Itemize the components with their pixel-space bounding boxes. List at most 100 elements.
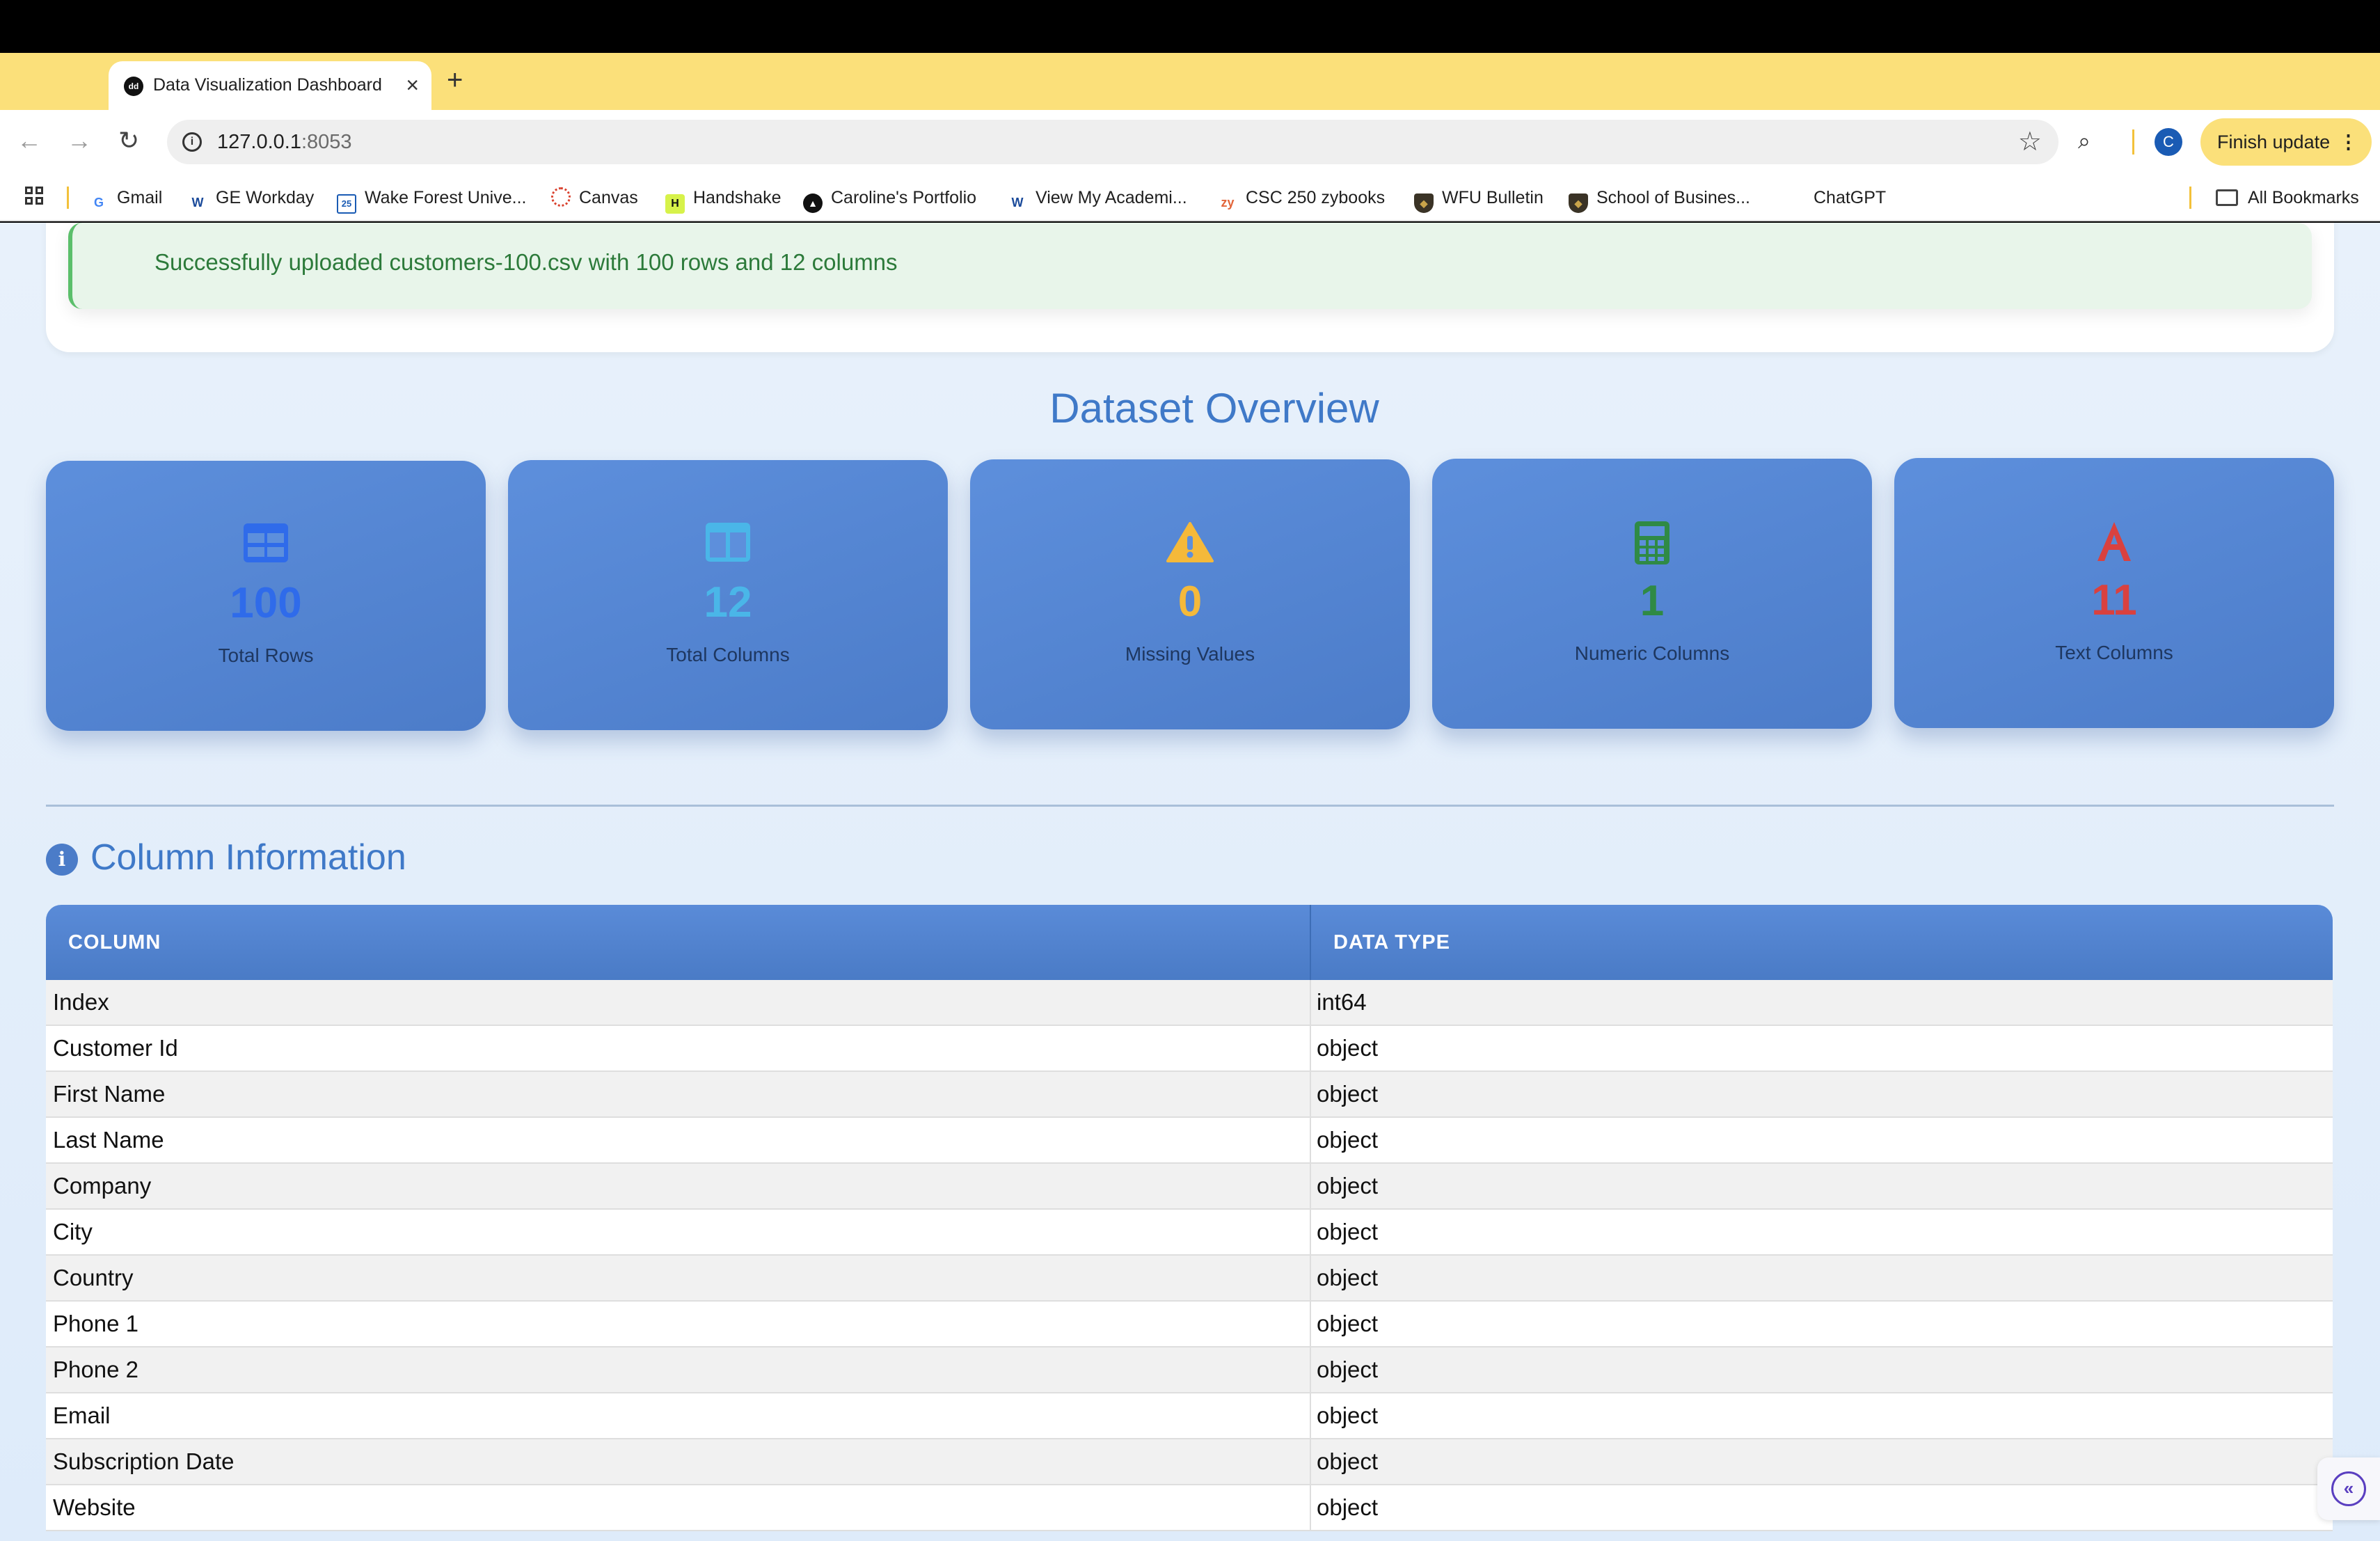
table-body: Index int64 Customer Id object First Name o… [46, 980, 2333, 1531]
cell-data-type: object [1317, 1081, 1379, 1107]
bookmark-view-my-academics[interactable]: W View My Academi... [1008, 187, 1187, 210]
stat-label: Text Columns [2055, 642, 2173, 663]
font-icon [1894, 521, 2334, 564]
cell-data-type: int64 [1317, 989, 1367, 1015]
stat-value: 11 [2091, 576, 2137, 624]
stat-value: 12 [704, 578, 752, 626]
table-row: Customer Id object [46, 1026, 2333, 1072]
bookmark-ge-workday[interactable]: W GE Workday [188, 187, 315, 210]
column-info-table: COLUMN DATA TYPE Index int64 Customer Id o… [46, 905, 2333, 1531]
bookmark-wake-forest[interactable]: 25 Wake Forest Unive... [337, 187, 526, 214]
more-menu-icon[interactable]: ⋮ [2339, 118, 2358, 166]
column-header-data-type[interactable]: DATA TYPE [1311, 905, 2333, 980]
section-divider [46, 805, 2334, 807]
bookmark-caroline-portfolio[interactable]: ▲ Caroline's Portfolio [803, 187, 977, 213]
cell-column-name: Website [46, 1485, 1311, 1530]
bookmark-canvas[interactable]: Canvas [551, 187, 638, 209]
tab-active[interactable]: dd Data Visualization Dashboard × [109, 61, 431, 110]
cell-column-name: Customer Id [46, 1026, 1311, 1070]
bookmark-label: WFU Bulletin [1442, 188, 1544, 207]
search-tabs-icon[interactable]: ⌕ [2078, 125, 2091, 156]
table-row: Index int64 [46, 980, 2333, 1026]
all-bookmarks-button[interactable]: All Bookmarks [2216, 187, 2359, 209]
cell-column-name: Index [46, 980, 1311, 1025]
cell-column-name: Last Name [46, 1118, 1311, 1162]
info-icon: i [46, 844, 78, 876]
bookmark-label: Gmail [117, 188, 163, 207]
workday-icon: W [1011, 196, 1024, 210]
stat-card-total-rows: 100 Total Rows [46, 461, 486, 731]
all-bookmarks-label: All Bookmarks [2248, 188, 2359, 207]
table-row: City object [46, 1210, 2333, 1256]
table-icon [46, 523, 486, 567]
back-arrow-icon[interactable]: ← [17, 125, 42, 156]
cell-data-type: object [1317, 1265, 1379, 1290]
dashboard-page: Successfully uploaded customers-100.csv … [0, 223, 2380, 1541]
cell-data-type: object [1317, 1173, 1379, 1199]
stat-value: 1 [1640, 577, 1665, 625]
cell-column-name: Subscription Date [46, 1439, 1311, 1484]
profile-avatar[interactable]: C [2155, 128, 2182, 156]
columns-icon [508, 523, 948, 566]
stat-value: 100 [230, 579, 302, 627]
bookmark-label: CSC 250 zybooks [1246, 188, 1386, 207]
bookmarks-bar: G Gmail W GE Workday 25 Wake Forest Unive..… [0, 174, 2380, 221]
cell-column-name: City [46, 1210, 1311, 1254]
table-row: Company object [46, 1164, 2333, 1210]
bookmarks-divider [2189, 187, 2191, 209]
stat-card-total-columns: 12 Total Columns [508, 460, 948, 730]
forward-arrow-icon[interactable]: → [67, 125, 92, 156]
bookmark-label: Caroline's Portfolio [831, 188, 977, 207]
upload-success-alert: Successfully uploaded customers-100.csv … [68, 223, 2312, 309]
cell-data-type: object [1317, 1219, 1379, 1244]
bookmark-zybooks[interactable]: zy CSC 250 zybooks [1218, 187, 1386, 210]
cell-data-type: object [1317, 1494, 1379, 1520]
cell-column-name: Company [46, 1164, 1311, 1208]
zybooks-icon: zy [1221, 196, 1235, 210]
dataset-overview-title: Dataset Overview [1049, 385, 1379, 432]
cell-data-type: object [1317, 1035, 1379, 1061]
bookmark-school-of-business[interactable]: ◆ School of Busines... [1569, 187, 1750, 213]
stat-value: 0 [1177, 578, 1203, 626]
tab-title: Data Visualization Dashboard [153, 75, 382, 95]
canvas-icon [551, 187, 571, 207]
site-info-icon[interactable]: i [182, 132, 202, 152]
bookmark-star-icon[interactable]: ☆ [2018, 127, 2042, 157]
close-tab-icon[interactable]: × [406, 71, 419, 99]
column-information-title: Column Information [90, 837, 406, 878]
cell-column-name: Email [46, 1393, 1311, 1438]
handshake-icon: H [665, 194, 685, 214]
bookmark-handshake[interactable]: H Handshake [665, 187, 781, 214]
stat-label: Total Rows [218, 645, 314, 666]
cell-column-name: Country [46, 1256, 1311, 1300]
dashboard-favicon-icon: dd [124, 77, 143, 96]
browser-toolbar: ← → ↻ i 127.0.0.1:8053 ☆ ⌕ C Finish upda… [0, 110, 2380, 174]
stat-card-missing-values: 0 Missing Values [970, 459, 1410, 729]
cell-data-type: object [1317, 1311, 1379, 1336]
table-row: Last Name object [46, 1118, 2333, 1164]
stat-label: Total Columns [666, 644, 790, 665]
bookmark-wfu-bulletin[interactable]: ◆ WFU Bulletin [1414, 187, 1544, 213]
folder-icon [2216, 189, 2238, 206]
cell-data-type: object [1317, 1402, 1379, 1428]
bookmark-label: School of Busines... [1596, 188, 1750, 207]
screen-top-bar [0, 0, 2380, 53]
new-tab-button[interactable]: + [447, 64, 463, 96]
stat-card-text-columns: 11 Text Columns [1894, 458, 2334, 728]
reload-icon[interactable]: ↻ [118, 125, 139, 156]
calculator-icon [1432, 521, 1872, 564]
table-row: Phone 2 object [46, 1348, 2333, 1393]
finish-update-button[interactable]: Finish update ⋮ [2200, 118, 2372, 166]
table-row: Country object [46, 1256, 2333, 1302]
column-header-column[interactable]: COLUMN [46, 905, 1311, 980]
address-bar[interactable]: i 127.0.0.1:8053 ☆ [167, 120, 2058, 164]
apps-grid-icon[interactable] [25, 187, 45, 206]
collapse-panel-button[interactable]: « [2317, 1457, 2380, 1520]
table-row: Subscription Date object [46, 1439, 2333, 1485]
shield-icon: ◆ [1414, 193, 1434, 213]
bookmark-gmail[interactable]: G Gmail [89, 187, 163, 210]
bookmark-chatgpt[interactable]: ChatGPT [1814, 187, 1886, 209]
upload-success-message: Successfully uploaded customers-100.csv … [154, 249, 898, 275]
calendar-icon: 25 [337, 194, 356, 214]
double-chevron-left-icon: « [2331, 1471, 2366, 1506]
